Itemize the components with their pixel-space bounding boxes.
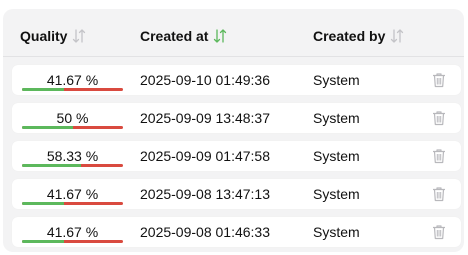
created-by-cell: System — [313, 186, 360, 202]
quality-bar-fill — [22, 240, 65, 243]
created-by-cell: System — [313, 224, 360, 240]
header-quality-label: Quality — [20, 28, 68, 44]
quality-bar — [22, 240, 123, 243]
quality-cell: 41.67 % — [22, 182, 123, 206]
sort-icon[interactable] — [390, 28, 404, 44]
created-by-cell: System — [313, 110, 360, 126]
quality-bar-fill — [22, 126, 73, 129]
quality-value: 41.67 % — [46, 72, 99, 88]
sort-icon[interactable] — [72, 28, 86, 44]
created-at-cell: 2025-09-08 01:46:33 — [140, 224, 270, 240]
quality-bar-fill — [22, 88, 65, 91]
quality-bar — [22, 164, 123, 167]
created-by-cell: System — [313, 148, 360, 164]
created-by-cell: System — [313, 72, 360, 88]
header-created-at[interactable]: Created at — [140, 28, 227, 44]
quality-value: 41.67 % — [46, 186, 99, 202]
quality-bar — [22, 88, 123, 91]
sort-icon[interactable] — [213, 28, 227, 44]
table-row[interactable]: 41.67 % 2025-09-10 01:49:36 System — [12, 65, 461, 95]
created-at-cell: 2025-09-09 01:47:58 — [140, 148, 270, 164]
table-row[interactable]: 41.67 % 2025-09-08 01:46:33 System — [12, 217, 461, 247]
header-created-by[interactable]: Created by — [313, 28, 404, 44]
quality-bar — [22, 126, 123, 129]
records-table: Quality Created at Created by 41.67 % 20… — [3, 9, 464, 252]
header-quality[interactable]: Quality — [20, 28, 86, 44]
created-at-cell: 2025-09-08 13:47:13 — [140, 186, 270, 202]
trash-icon[interactable] — [432, 186, 446, 202]
created-at-cell: 2025-09-10 01:49:36 — [140, 72, 270, 88]
quality-cell: 58.33 % — [22, 144, 123, 168]
quality-bar — [22, 202, 123, 205]
trash-icon[interactable] — [432, 72, 446, 88]
header-created-by-label: Created by — [313, 28, 386, 44]
quality-value: 50 % — [56, 110, 89, 126]
quality-bar-fill — [22, 164, 81, 167]
trash-icon[interactable] — [432, 148, 446, 164]
quality-cell: 41.67 % — [22, 220, 123, 244]
quality-bar-fill — [22, 202, 65, 205]
header-created-at-label: Created at — [140, 28, 209, 44]
table-row[interactable]: 41.67 % 2025-09-08 13:47:13 System — [12, 179, 461, 209]
trash-icon[interactable] — [432, 224, 446, 240]
table-row[interactable]: 58.33 % 2025-09-09 01:47:58 System — [12, 141, 461, 171]
quality-cell: 41.67 % — [22, 68, 123, 92]
trash-icon[interactable] — [432, 110, 446, 126]
quality-value: 41.67 % — [46, 224, 99, 240]
created-at-cell: 2025-09-09 13:48:37 — [140, 110, 270, 126]
quality-value: 58.33 % — [46, 148, 99, 164]
table-header: Quality Created at Created by — [3, 9, 464, 57]
table-row[interactable]: 50 % 2025-09-09 13:48:37 System — [12, 103, 461, 133]
quality-cell: 50 % — [22, 106, 123, 130]
